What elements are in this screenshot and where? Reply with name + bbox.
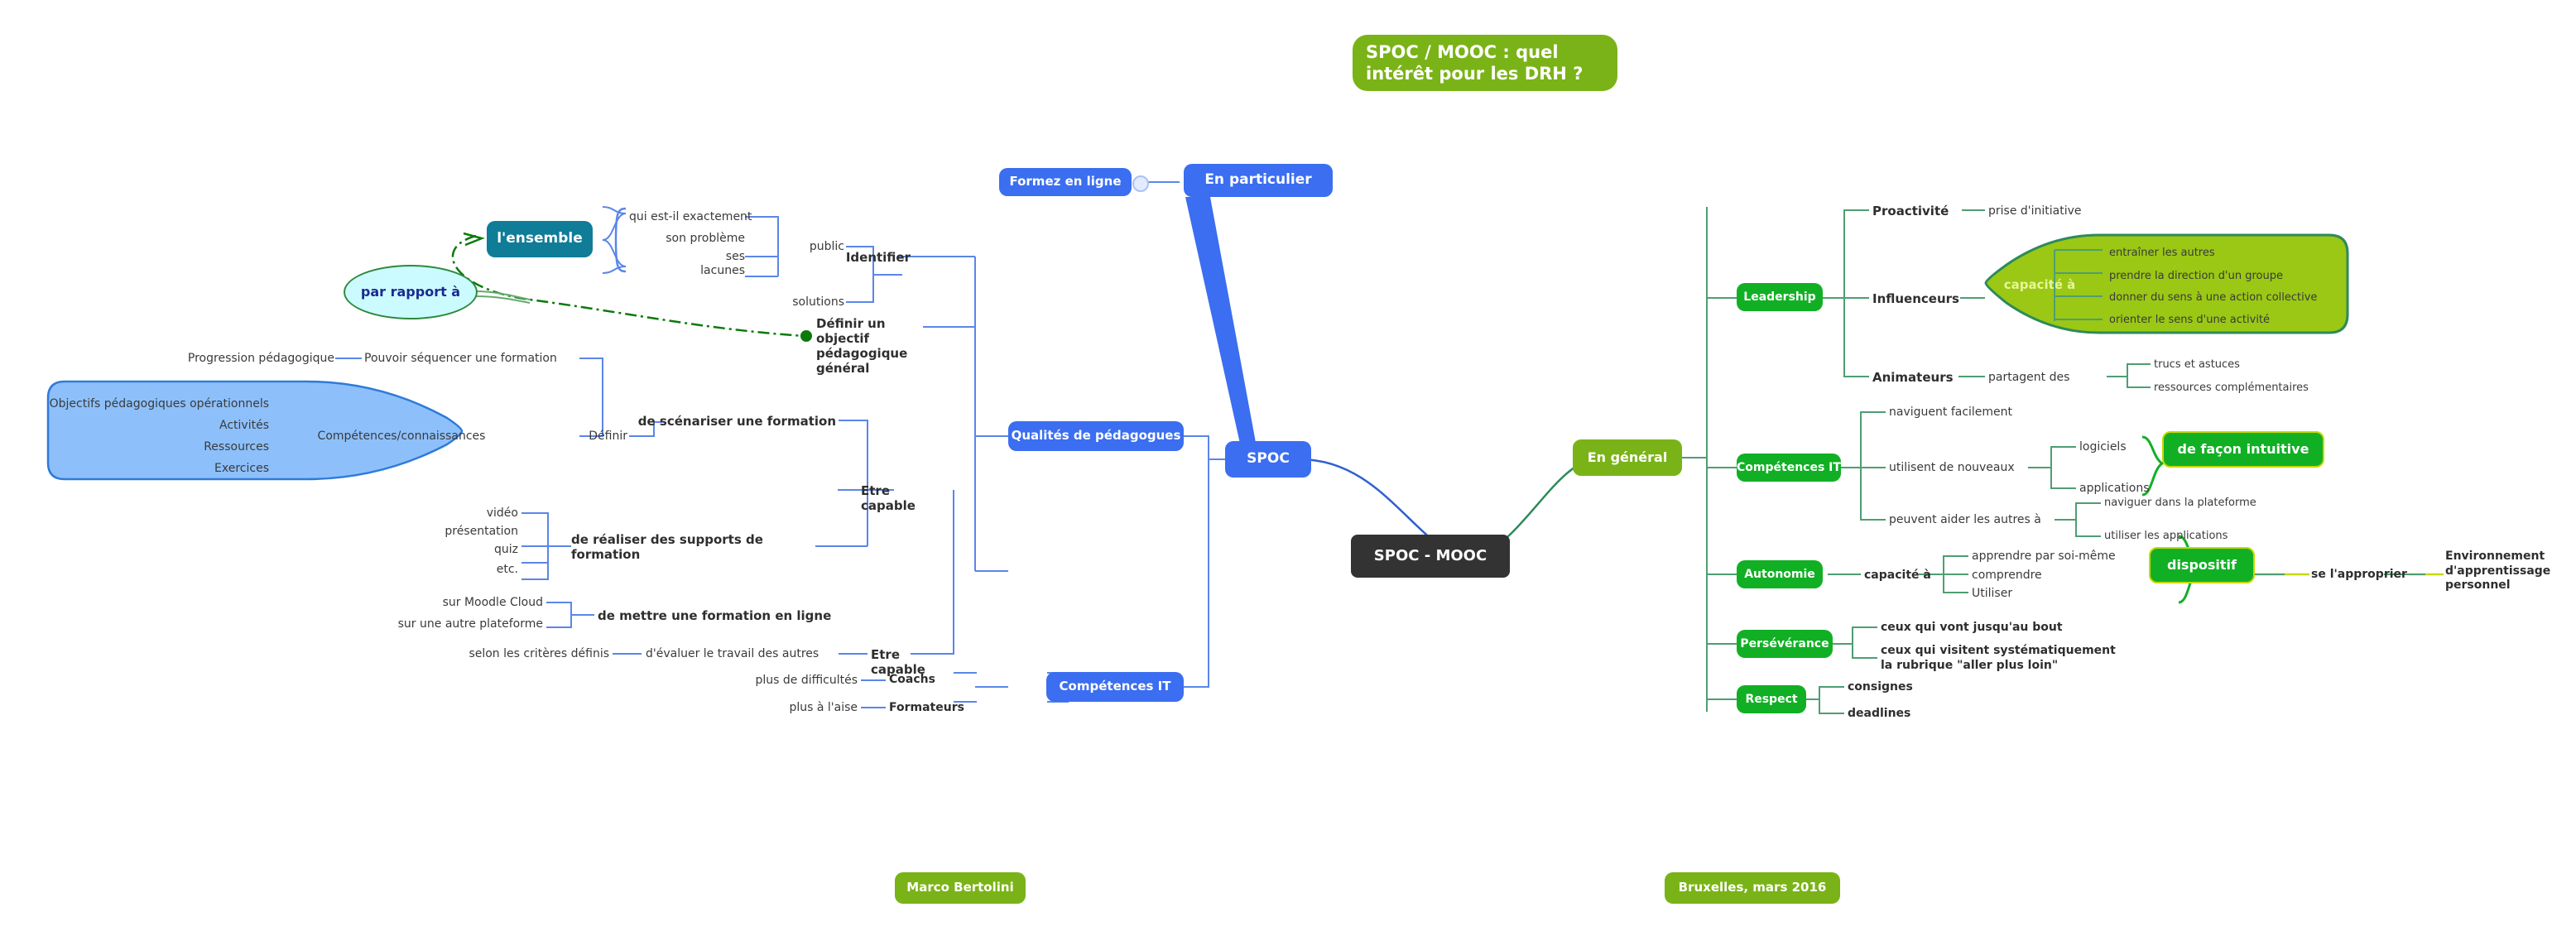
leaf-devaluer-travail: d'évaluer le travail des autres <box>646 647 819 660</box>
leaf-utiliser-applications: utiliser les applications <box>2104 530 2228 542</box>
leaf-coachs: Coachs <box>889 673 935 686</box>
link-icon <box>1132 175 1149 192</box>
mindmap-title: SPOC / MOOC : quel intérêt pour les DRH … <box>1353 35 1617 91</box>
leaf-trucs-astuces: trucs et astuces <box>2154 358 2240 371</box>
node-spoc[interactable]: SPOC <box>1225 441 1311 478</box>
leaf-animateurs: Animateurs <box>1872 370 1954 385</box>
node-respect[interactable]: Respect <box>1737 685 1806 713</box>
leaf-consignes: consignes <box>1848 680 1913 694</box>
node-competences-it-blue[interactable]: Compétences IT <box>1046 672 1184 702</box>
leaf-quiz: quiz <box>494 543 518 556</box>
leaf-video: vidéo <box>486 506 518 520</box>
node-spoc-mooc-center[interactable]: SPOC - MOOC <box>1351 535 1510 578</box>
leaf-ceux-qui-visitent: ceux qui visitent systématiquement la ru… <box>1881 644 2116 672</box>
leaf-presentation: présentation <box>445 525 518 538</box>
relation-endpoint <box>800 330 812 342</box>
taper-connector <box>1185 197 1257 451</box>
balloon-item-activites: Activités <box>219 419 269 432</box>
leaf-proactivite: Proactivité <box>1872 204 1949 218</box>
leaf-de-scenariser: de scénariser une formation <box>637 414 836 429</box>
leaf-etc: etc. <box>496 563 518 576</box>
node-dispositif[interactable]: dispositif <box>2149 547 2255 583</box>
node-competences-it-green[interactable]: Compétences IT <box>1737 454 1841 482</box>
leaf-peuvent-aider: peuvent aider les autres à <box>1889 513 2041 526</box>
leaf-prise-initiative: prise d'initiative <box>1988 204 2082 218</box>
balloon-item-ressources: Ressources <box>204 440 269 454</box>
leaf-progression-pedagogique: Progression pédagogique <box>187 352 334 365</box>
balloon-item-donner-du-sens: donner du sens à une action collective <box>2109 291 2318 304</box>
leaf-ceux-qui-vont-jusquau-bout: ceux qui vont jusqu'au bout <box>1881 621 2063 634</box>
node-leadership[interactable]: Leadership <box>1737 283 1823 311</box>
node-par-rapport-a[interactable]: par rapport à <box>344 265 478 319</box>
leaf-pouvoir-sequencer: Pouvoir séquencer une formation <box>364 352 557 365</box>
node-qualites-de-pedagogues[interactable]: Qualités de pédagogues <box>1008 421 1184 451</box>
node-formez-en-ligne[interactable]: Formez en ligne <box>999 168 1132 196</box>
leaf-formateurs: Formateurs <box>889 701 964 714</box>
leaf-public: public <box>809 240 844 253</box>
leaf-etre-capable-1: Etre capable <box>861 483 916 513</box>
leaf-deadlines: deadlines <box>1848 707 1911 720</box>
node-en-general[interactable]: En général <box>1573 439 1682 476</box>
balloon-item-prendre-direction: prendre la direction d'un groupe <box>2109 270 2283 282</box>
balloon-inner-bracket <box>2054 249 2103 321</box>
mindmap-canvas: SPOC / MOOC : quel intérêt pour les DRH … <box>0 0 2576 936</box>
leaf-naviguer-plateforme: naviguer dans la plateforme <box>2104 497 2256 509</box>
leaf-sur-autre-plateforme: sur une autre plateforme <box>397 617 543 631</box>
leaf-sur-moodle-cloud: sur Moodle Cloud <box>442 596 543 609</box>
leaf-solutions: solutions <box>792 295 844 309</box>
leaf-plus-de-difficultes: plus de difficultés <box>755 674 858 687</box>
leaf-logiciels: logiciels <box>2079 440 2127 454</box>
node-autonomie[interactable]: Autonomie <box>1737 560 1823 588</box>
leaf-utilisent-nouveaux: utilisent de nouveaux <box>1889 461 2015 474</box>
leaf-apprendre-par-soi-meme: apprendre par soi-même <box>1972 550 2116 563</box>
balloon-item-exercices: Exercices <box>214 462 269 475</box>
leaf-applications: applications <box>2079 482 2150 495</box>
leaf-qui-est-il: qui est-il exactement <box>629 210 752 223</box>
balloon-item-entrainer: entraîner les autres <box>2109 247 2215 259</box>
node-perseverance[interactable]: Persévérance <box>1737 630 1833 658</box>
node-en-particulier[interactable]: En particulier <box>1184 164 1333 197</box>
leaf-ses-lacunes: ses lacunes <box>700 250 745 277</box>
leaf-partagent-des: partagent des <box>1988 371 2070 384</box>
leaf-environnement-apprentissage: Environnement d'apprentissage personnel <box>2445 550 2551 592</box>
leaf-comprendre: comprendre <box>1972 569 2042 582</box>
node-de-facon-intuitive[interactable]: de façon intuitive <box>2162 431 2324 468</box>
balloon-label-competences: Compétences/connaissances <box>317 430 486 443</box>
footer-author[interactable]: Marco Bertolini <box>895 872 1026 904</box>
leaf-definir-objectif: Définir un objectif pédagogique général <box>816 316 908 376</box>
leaf-ressources-complementaires: ressources complémentaires <box>2154 382 2309 394</box>
leaf-plus-a-laise: plus à l'aise <box>789 701 858 714</box>
leaf-de-mettre-en-ligne: de mettre une formation en ligne <box>598 608 832 623</box>
leaf-autonomie-capacite-a: capacité à <box>1864 569 1931 582</box>
leaf-utiliser: Utiliser <box>1972 587 2013 600</box>
leaf-se-lapproprier: se l'approprier <box>2311 568 2407 581</box>
node-lensemble[interactable]: l'ensemble <box>487 221 593 257</box>
balloon-item-orienter-le-sens: orienter le sens d'une activité <box>2109 314 2271 326</box>
leaf-selon-criteres: selon les critères définis <box>469 647 609 660</box>
balloon-item-objectifs: Objectifs pédagogiques opérationnels <box>49 397 269 410</box>
footer-place-date[interactable]: Bruxelles, mars 2016 <box>1665 872 1840 904</box>
leaf-definir: Définir <box>589 430 627 443</box>
leaf-de-realiser-supports: de réaliser des supports de formation <box>571 532 763 562</box>
leaf-identifier: Identifier <box>845 250 911 265</box>
leaf-influenceurs: Influenceurs <box>1872 291 1959 306</box>
leaf-naviguent-facilement: naviguent facilement <box>1889 406 2013 419</box>
leaf-son-probleme: son problème <box>666 232 745 245</box>
